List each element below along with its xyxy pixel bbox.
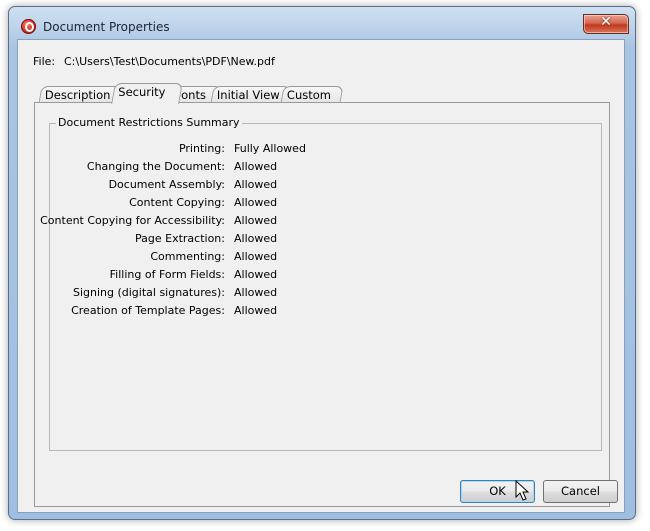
title-bar[interactable]: Document Properties ✕ [9, 7, 635, 41]
restriction-value: Allowed [234, 250, 278, 263]
restriction-row: Content Copying for Accessibility: Allow… [40, 214, 601, 228]
restriction-value: Allowed [234, 268, 278, 281]
restriction-row: Page Extraction: Allowed [50, 232, 601, 246]
app-logo-icon [21, 19, 36, 34]
tab-initial-view[interactable]: Initial View [210, 86, 291, 103]
restriction-label: Signing (digital signatures): [72, 286, 225, 299]
restriction-value: Allowed [234, 196, 278, 209]
restriction-value: Allowed [234, 286, 278, 299]
restriction-value: Allowed [234, 160, 278, 173]
restriction-row: Printing: Fully Allowed [50, 142, 601, 156]
tab-custom[interactable]: Custom [280, 86, 344, 103]
tab-security[interactable]: Security [111, 83, 183, 104]
restriction-label: Content Copying: [129, 196, 225, 209]
document-restrictions-group: Document Restrictions Summary Printing: … [40, 116, 602, 451]
group-title: Document Restrictions Summary [56, 116, 242, 129]
dialog-body: File: C:\Users\Test\Documents\PDF\New.pd… [17, 39, 625, 513]
restriction-row: Document Assembly: Allowed [50, 178, 601, 192]
document-properties-dialog: Document Properties ✕ File: C:\Users\Tes… [8, 6, 636, 520]
restriction-label: Page Extraction: [135, 232, 225, 245]
cancel-button[interactable]: Cancel [543, 480, 618, 503]
restriction-label: Printing: [178, 142, 225, 155]
restriction-label: Creation of Template Pages: [71, 304, 225, 317]
restriction-row: Creation of Template Pages: Allowed [50, 304, 601, 318]
restriction-label: Document Assembly: [108, 178, 225, 191]
window-title: Document Properties [43, 20, 170, 34]
security-tab-panel: Document Restrictions Summary Printing: … [34, 102, 610, 507]
file-path: C:\Users\Test\Documents\PDF\New.pdf [64, 55, 275, 68]
restriction-row: Content Copying: Allowed [50, 196, 601, 210]
restriction-value: Allowed [234, 178, 278, 191]
restriction-row: Filling of Form Fields: Allowed [50, 268, 601, 282]
restriction-value: Fully Allowed [234, 142, 306, 155]
mouse-pointer-icon [515, 480, 529, 501]
restriction-value: Allowed [234, 304, 278, 317]
restriction-value: Allowed [234, 214, 278, 227]
close-icon: ✕ [600, 14, 612, 30]
file-label: File: [33, 55, 56, 68]
restriction-label: Changing the Document: [86, 160, 225, 173]
restriction-label: Content Copying for Accessibility: [40, 214, 225, 227]
restriction-label: Filling of Form Fields: [109, 268, 225, 281]
restriction-row: Signing (digital signatures): Allowed [50, 286, 601, 300]
restriction-row: Commenting: Allowed [50, 250, 601, 264]
restriction-label: Commenting: [150, 250, 225, 263]
close-button[interactable]: ✕ [583, 14, 629, 34]
restriction-row: Changing the Document: Allowed [50, 160, 601, 174]
restriction-value: Allowed [234, 232, 278, 245]
